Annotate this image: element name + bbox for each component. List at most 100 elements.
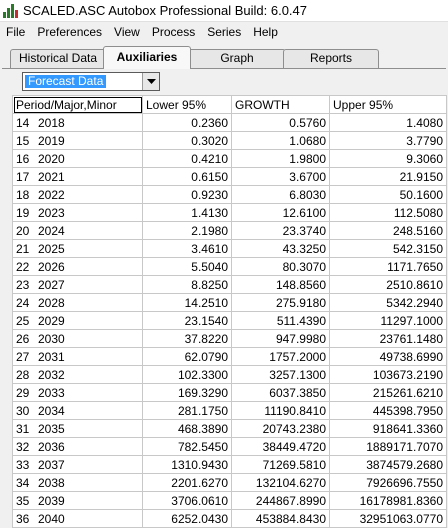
lower-95-cell[interactable]: 281.1750 (142, 401, 232, 420)
growth-cell[interactable]: 20743.2380 (231, 419, 330, 438)
upper-95-cell[interactable]: 215261.6210 (329, 383, 447, 402)
upper-95-cell[interactable]: 9.3060 (329, 149, 447, 168)
upper-95-cell[interactable]: 3.7790 (329, 131, 447, 150)
lower-95-cell[interactable]: 0.4210 (142, 149, 232, 168)
tab-graph[interactable]: Graph (188, 49, 286, 68)
upper-95-cell[interactable]: 445398.7950 (329, 401, 447, 420)
lower-95-cell[interactable]: 3706.0610 (142, 491, 232, 510)
lower-95-cell[interactable]: 0.9230 (142, 185, 232, 204)
upper-95-cell[interactable]: 248.5160 (329, 221, 447, 240)
period-cell[interactable]: 15 2019 (12, 131, 143, 150)
upper-95-cell[interactable]: 1889171.7070 (329, 437, 447, 456)
growth-cell[interactable]: 80.3070 (231, 257, 330, 276)
upper-95-cell[interactable]: 3874579.2680 (329, 455, 447, 474)
lower-95-cell[interactable]: 0.2360 (142, 113, 232, 132)
period-cell[interactable]: 30 2034 (12, 401, 143, 420)
menu-process[interactable]: Process (146, 25, 201, 39)
tab-reports[interactable]: Reports (283, 49, 379, 68)
lower-95-cell[interactable]: 0.3020 (142, 131, 232, 150)
growth-cell[interactable]: 1.0680 (231, 131, 330, 150)
upper-95-cell[interactable]: 16178981.8360 (329, 491, 447, 510)
upper-95-cell[interactable]: 23761.1480 (329, 329, 447, 348)
growth-cell[interactable]: 6.8030 (231, 185, 330, 204)
growth-cell[interactable]: 244867.8990 (231, 491, 330, 510)
growth-cell[interactable]: 3257.1300 (231, 365, 330, 384)
lower-95-cell[interactable]: 14.2510 (142, 293, 232, 312)
menu-view[interactable]: View (108, 25, 146, 39)
period-cell[interactable]: 32 2036 (12, 437, 143, 456)
lower-95-cell[interactable]: 782.5450 (142, 437, 232, 456)
upper-95-cell[interactable]: 21.9150 (329, 167, 447, 186)
period-cell[interactable]: 20 2024 (12, 221, 143, 240)
period-cell[interactable]: 34 2038 (12, 473, 143, 492)
upper-95-cell[interactable]: 542.3150 (329, 239, 447, 258)
growth-cell[interactable]: 11190.8410 (231, 401, 330, 420)
upper-95-cell[interactable]: 50.1600 (329, 185, 447, 204)
growth-cell[interactable]: 3.6700 (231, 167, 330, 186)
growth-cell[interactable]: 1757.2000 (231, 347, 330, 366)
period-cell[interactable]: 36 2040 (12, 509, 143, 528)
period-cell[interactable]: 23 2027 (12, 275, 143, 294)
period-cell[interactable]: 18 2022 (12, 185, 143, 204)
period-cell[interactable]: 35 2039 (12, 491, 143, 510)
lower-95-cell[interactable]: 6252.0430 (142, 509, 232, 528)
menu-help[interactable]: Help (247, 25, 284, 39)
upper-95-cell[interactable]: 49738.6990 (329, 347, 447, 366)
growth-cell[interactable]: 148.8560 (231, 275, 330, 294)
upper-95-cell[interactable]: 7926696.7550 (329, 473, 447, 492)
period-cell[interactable]: 29 2033 (12, 383, 143, 402)
period-cell[interactable]: 19 2023 (12, 203, 143, 222)
growth-cell[interactable]: 23.3740 (231, 221, 330, 240)
upper-95-cell[interactable]: 11297.1000 (329, 311, 447, 330)
upper-95-cell[interactable]: 2510.8610 (329, 275, 447, 294)
upper-95-cell[interactable]: 1.4080 (329, 113, 447, 132)
lower-95-cell[interactable]: 2.1980 (142, 221, 232, 240)
lower-95-cell[interactable]: 3.4610 (142, 239, 232, 258)
growth-cell[interactable]: 453884.8430 (231, 509, 330, 528)
period-cell[interactable]: 25 2029 (12, 311, 143, 330)
lower-95-cell[interactable]: 2201.6270 (142, 473, 232, 492)
upper-95-cell[interactable]: 103673.2190 (329, 365, 447, 384)
growth-cell[interactable]: 1.9800 (231, 149, 330, 168)
period-cell[interactable]: 16 2020 (12, 149, 143, 168)
menu-series[interactable]: Series (201, 25, 247, 39)
growth-cell[interactable]: 43.3250 (231, 239, 330, 258)
lower-95-cell[interactable]: 169.3290 (142, 383, 232, 402)
period-cell[interactable]: 24 2028 (12, 293, 143, 312)
lower-95-cell[interactable]: 0.6150 (142, 167, 232, 186)
period-cell[interactable]: 21 2025 (12, 239, 143, 258)
growth-cell[interactable]: 71269.5810 (231, 455, 330, 474)
data-type-dropdown[interactable]: Forecast Data (22, 72, 160, 91)
period-cell[interactable]: 22 2026 (12, 257, 143, 276)
period-cell[interactable]: 31 2035 (12, 419, 143, 438)
growth-cell[interactable]: 275.9180 (231, 293, 330, 312)
growth-cell[interactable]: 12.6100 (231, 203, 330, 222)
lower-95-cell[interactable]: 1.4130 (142, 203, 232, 222)
menu-preferences[interactable]: Preferences (31, 25, 108, 39)
growth-cell[interactable]: 947.9980 (231, 329, 330, 348)
upper-95-cell[interactable]: 1171.7650 (329, 257, 447, 276)
header-period[interactable]: Period/Major,Minor (12, 95, 143, 114)
lower-95-cell[interactable]: 62.0790 (142, 347, 232, 366)
lower-95-cell[interactable]: 37.8220 (142, 329, 232, 348)
lower-95-cell[interactable]: 23.1540 (142, 311, 232, 330)
lower-95-cell[interactable]: 468.3890 (142, 419, 232, 438)
growth-cell[interactable]: 6037.3850 (231, 383, 330, 402)
growth-cell[interactable]: 132104.6270 (231, 473, 330, 492)
upper-95-cell[interactable]: 32951063.0770 (329, 509, 447, 528)
header-lower-95[interactable]: Lower 95% (142, 95, 232, 114)
period-cell[interactable]: 26 2030 (12, 329, 143, 348)
period-cell[interactable]: 17 2021 (12, 167, 143, 186)
lower-95-cell[interactable]: 1310.9430 (142, 455, 232, 474)
period-cell[interactable]: 28 2032 (12, 365, 143, 384)
period-cell[interactable]: 27 2031 (12, 347, 143, 366)
period-cell[interactable]: 33 2037 (12, 455, 143, 474)
dropdown-arrow-button[interactable] (142, 73, 159, 90)
menu-file[interactable]: File (0, 25, 31, 39)
upper-95-cell[interactable]: 918641.3360 (329, 419, 447, 438)
upper-95-cell[interactable]: 5342.2940 (329, 293, 447, 312)
lower-95-cell[interactable]: 8.8250 (142, 275, 232, 294)
growth-cell[interactable]: 38449.4720 (231, 437, 330, 456)
lower-95-cell[interactable]: 5.5040 (142, 257, 232, 276)
period-cell[interactable]: 14 2018 (12, 113, 143, 132)
